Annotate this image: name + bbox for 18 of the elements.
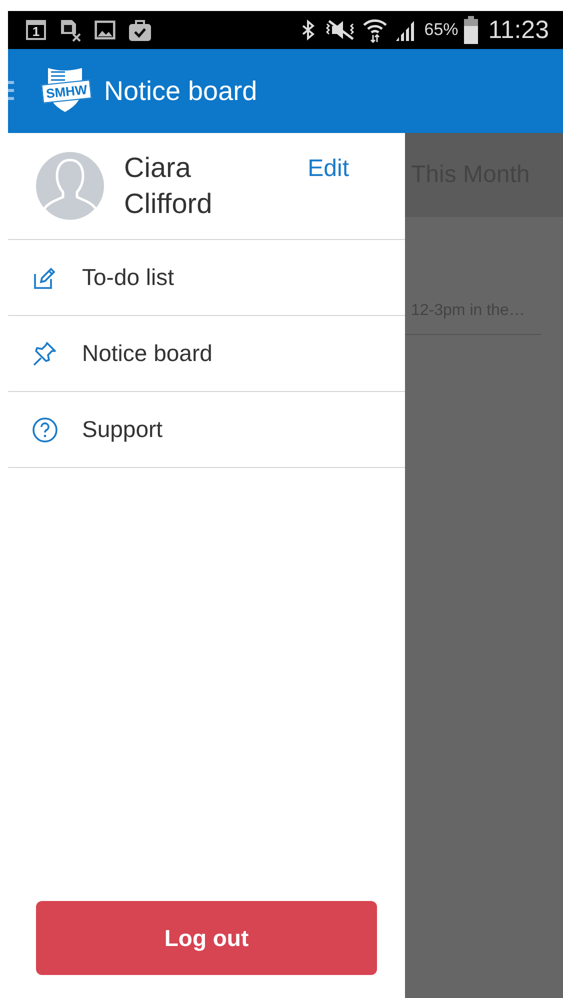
wifi-icon	[362, 17, 388, 43]
sim-card-icon	[58, 18, 82, 42]
help-icon	[32, 416, 58, 442]
calendar-day: 1	[32, 25, 40, 38]
image-icon	[94, 19, 116, 41]
user-last-name: Clifford	[124, 187, 212, 221]
pushpin-icon	[32, 340, 58, 366]
battery-percentage: 65%	[424, 20, 458, 40]
battery-icon	[464, 16, 478, 44]
menu-icon	[8, 81, 14, 101]
briefcase-check-icon	[128, 18, 152, 42]
user-first-name: Ciara	[124, 151, 192, 185]
avatar-silhouette-icon	[36, 152, 104, 220]
clock: 11:23	[488, 16, 549, 44]
logout-button[interactable]: Log out	[36, 901, 377, 975]
muted-speaker-icon	[324, 18, 356, 42]
edit-link[interactable]: Edit	[308, 155, 349, 183]
app-title: Notice board	[104, 76, 258, 106]
